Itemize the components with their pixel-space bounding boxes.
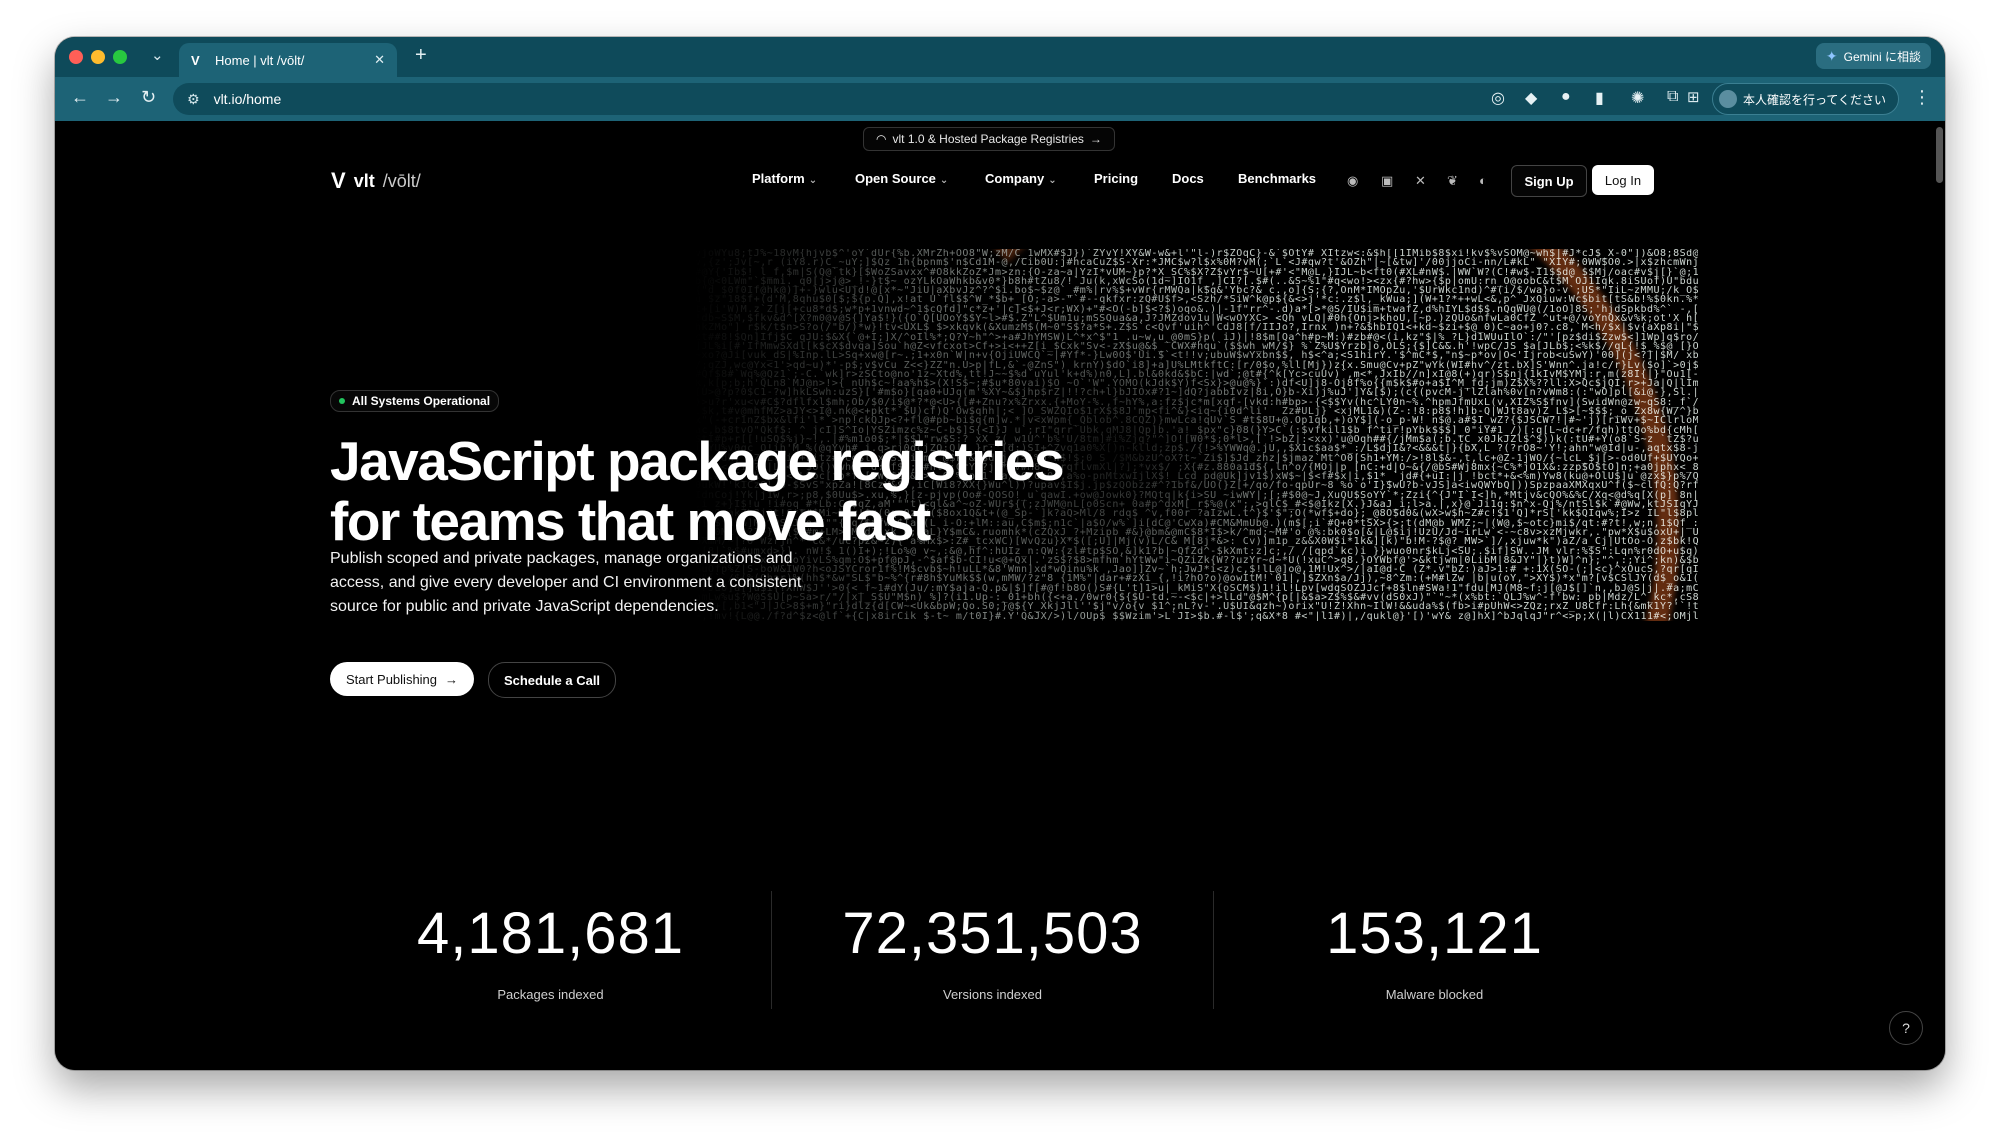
- web-page: ◠ vlt 1.0 & Hosted Package Registries → …: [55, 121, 1945, 1070]
- gemini-sparkle-icon: ✦: [1825, 47, 1838, 64]
- tab-favicon-icon: V: [191, 52, 200, 68]
- browser-toolbar: ← → ↻ ⚙ vlt.io/home ⊞ ☆ ◎ ◆ ● ▮ ✺ ⧉ 本人確認…: [55, 77, 1945, 121]
- browser-window: ⌄ V Home | vlt /vōlt/ ✕ + ✦ Gemini に相談 ←…: [55, 37, 1945, 1070]
- stat-malware: 153,121 Malware blocked: [1214, 901, 1655, 1002]
- profile-label: 本人確認を行ってください: [1743, 92, 1887, 107]
- chevron-down-icon: ⌄: [1048, 175, 1057, 186]
- chevron-down-icon: ⌄: [939, 175, 949, 186]
- nav-company-label: Company: [985, 171, 1045, 186]
- minimize-window-button[interactable]: [91, 50, 105, 64]
- system-status-badge[interactable]: All Systems Operational: [330, 390, 500, 412]
- start-publishing-label: Start Publishing: [345, 671, 438, 687]
- close-window-button[interactable]: [69, 50, 83, 64]
- profile-button[interactable]: 本人確認を行ってください: [1712, 83, 1900, 115]
- translate-icon[interactable]: ⊞: [1687, 88, 1700, 106]
- extension-icon-1[interactable]: ◎: [1491, 88, 1505, 108]
- stats-section: 4,181,681 Packages indexed 72,351,503 Ve…: [330, 891, 1655, 1021]
- stat-value: 72,351,503: [842, 901, 1143, 966]
- nav-pricing[interactable]: Pricing: [1094, 171, 1138, 186]
- tab-strip: ⌄ V Home | vlt /vōlt/ ✕ + ✦ Gemini に相談: [55, 37, 1945, 77]
- status-dot-icon: [339, 398, 345, 404]
- nav-platform-label: Platform: [752, 171, 805, 186]
- start-publishing-button[interactable]: Start Publishing →: [330, 662, 474, 696]
- forward-arrow-icon[interactable]: →: [105, 87, 123, 108]
- nav-open-source-label: Open Source: [855, 171, 936, 186]
- stat-label: Versions indexed: [942, 987, 1042, 1002]
- extension-icon-3[interactable]: ●: [1561, 88, 1571, 106]
- github-icon[interactable]: ◉: [1347, 173, 1358, 189]
- help-question-icon[interactable]: ?: [1889, 1011, 1923, 1045]
- announcement-text: vlt 1.0 & Hosted Package Registries: [892, 132, 1084, 146]
- back-arrow-icon[interactable]: ←: [71, 87, 89, 108]
- arrow-right-icon: →: [1089, 132, 1102, 146]
- nav-benchmarks[interactable]: Benchmarks: [1238, 171, 1316, 186]
- nav-company[interactable]: Company ⌄: [985, 171, 1057, 186]
- hero-headline: JavaScript package registries for teams …: [330, 431, 1190, 551]
- sign-up-button[interactable]: Sign Up: [1511, 165, 1587, 197]
- headline-line-1: JavaScript package registries: [330, 430, 1065, 492]
- nav-platform[interactable]: Platform ⌄: [752, 171, 817, 186]
- headline-line-2: for teams that move fast: [330, 490, 931, 552]
- arrow-right-icon: →: [445, 671, 459, 687]
- system-status-text: All Systems Operational: [352, 394, 491, 408]
- log-in-button[interactable]: Log In: [1592, 165, 1654, 195]
- browser-tab-active[interactable]: V Home | vlt /vōlt/ ✕: [179, 43, 397, 77]
- zoom-window-button[interactable]: [113, 50, 127, 64]
- nav-docs[interactable]: Docs: [1172, 171, 1204, 186]
- browser-menu-icon[interactable]: ⋮: [1913, 87, 1931, 108]
- url-text[interactable]: vlt.io/home: [214, 91, 282, 107]
- extensions-puzzle-icon[interactable]: ⧉: [1667, 88, 1678, 106]
- stat-value: 153,121: [1326, 901, 1543, 966]
- extension-icon-5[interactable]: ✺: [1631, 88, 1644, 108]
- bluesky-icon[interactable]: ❦: [1447, 173, 1458, 189]
- discord-icon[interactable]: ◐: [1479, 173, 1487, 188]
- announcement-banner[interactable]: ◠ vlt 1.0 & Hosted Package Registries →: [863, 127, 1115, 151]
- tab-search-icon[interactable]: ⌄: [151, 46, 164, 64]
- hero-subtext: Publish scoped and private packages, man…: [330, 550, 802, 615]
- rss-icon: ◠: [876, 132, 887, 146]
- stat-label: Packages indexed: [497, 987, 604, 1002]
- stat-value: 4,181,681: [416, 901, 685, 966]
- stat-versions: 72,351,503 Versions indexed: [772, 901, 1213, 1002]
- stat-label: Malware blocked: [1385, 987, 1484, 1002]
- site-info-icon[interactable]: ⚙: [187, 91, 200, 108]
- stat-packages: 4,181,681 Packages indexed: [330, 901, 771, 1002]
- extension-icon-4[interactable]: ▮: [1595, 88, 1604, 108]
- extension-icon-2[interactable]: ◆: [1525, 88, 1537, 108]
- linkedin-icon[interactable]: ▣: [1381, 173, 1393, 189]
- main-navigation: Platform ⌄ Open Source ⌄ Company ⌄ Pricing …: [55, 171, 1945, 195]
- gemini-button[interactable]: ✦ Gemini に相談: [1815, 43, 1931, 69]
- chevron-down-icon: ⌄: [808, 175, 818, 186]
- address-bar[interactable]: ⚙ vlt.io/home ⊞ ☆: [173, 83, 1743, 115]
- tab-close-icon[interactable]: ✕: [374, 52, 385, 68]
- reload-icon[interactable]: ↻: [141, 87, 156, 108]
- tab-title: Home | vlt /vōlt/: [215, 52, 305, 68]
- new-tab-button[interactable]: +: [415, 44, 427, 67]
- x-icon[interactable]: ✕: [1415, 173, 1426, 189]
- nav-open-source[interactable]: Open Source ⌄: [855, 171, 948, 186]
- gemini-label: Gemini に相談: [1843, 49, 1921, 64]
- profile-avatar: [1719, 90, 1737, 108]
- schedule-call-button[interactable]: Schedule a Call: [488, 662, 616, 698]
